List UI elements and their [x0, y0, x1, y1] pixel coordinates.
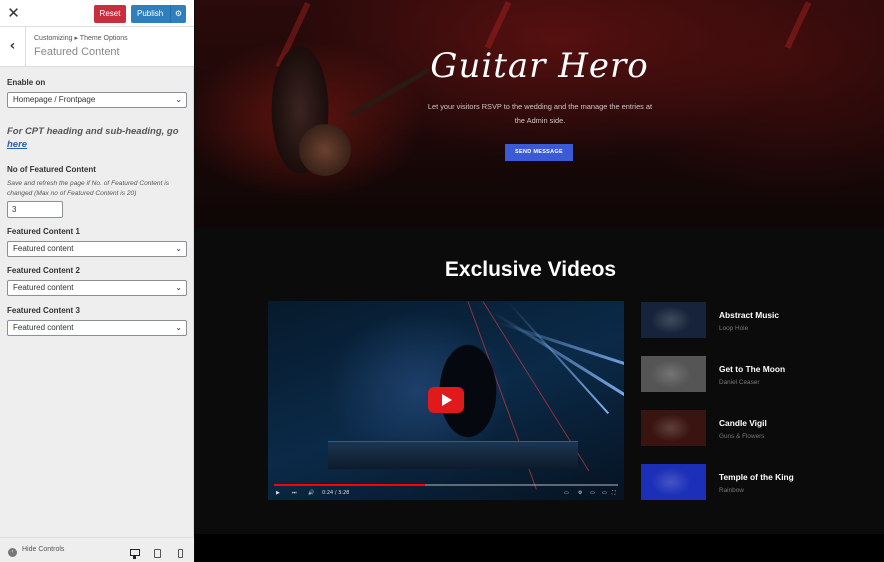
reset-button[interactable]: Reset — [94, 5, 126, 23]
video-thumbnail[interactable] — [641, 356, 706, 392]
chevron-down-icon: ⌄ — [175, 244, 182, 253]
play-button-icon[interactable] — [428, 387, 464, 413]
video-progress-bar[interactable] — [274, 484, 618, 486]
video-title[interactable]: Abstract Music — [719, 310, 779, 320]
video-thumbnail[interactable] — [641, 410, 706, 446]
video-artist: Guns & Flowers — [719, 433, 765, 440]
play-icon[interactable]: ▶ — [276, 488, 280, 498]
featured-content-1-select[interactable]: Featured content ⌄ — [7, 241, 187, 257]
breadcrumb: Customizing ▸ Theme Options — [34, 35, 128, 42]
stage-light — [484, 1, 512, 49]
section-title: Featured Content — [34, 46, 120, 58]
enable-on-label: Enable on — [7, 78, 46, 87]
mobile-preview-icon[interactable] — [178, 549, 183, 558]
featured-content-3-value: Featured content — [13, 323, 74, 332]
customizer-footer: ‹ Hide Controls — [0, 537, 194, 562]
num-featured-description: Save and refresh the page if No. of Feat… — [7, 180, 170, 197]
videos-title: Exclusive Videos — [444, 258, 617, 281]
customizer-sidebar: ✕ Reset Publish ⚙ ‹ Customizing ▸ Theme … — [0, 0, 194, 562]
enable-on-value: Homepage / Frontpage — [13, 95, 96, 104]
video-artist: Daniel Ceaser — [719, 379, 760, 386]
num-featured-input[interactable]: 3 — [7, 201, 63, 218]
video-artist: Rainbow — [719, 487, 744, 494]
cpt-note-text: For CPT heading and sub-heading, go — [7, 126, 179, 137]
publish-button[interactable]: Publish ⚙ — [131, 5, 186, 23]
guitar-image — [295, 120, 355, 180]
hero-subtitle: Let your visitors RSVP to the wedding an… — [427, 102, 653, 125]
hero-section: Guitar Hero Let your visitors RSVP to th… — [195, 0, 884, 228]
dj-deck — [328, 441, 578, 469]
featured-content-2-select[interactable]: Featured content ⌄ — [7, 280, 187, 296]
back-chevron-icon[interactable]: ‹ — [0, 27, 26, 67]
theater-mode-icon[interactable]: ▭ — [602, 488, 607, 498]
tablet-preview-icon[interactable] — [154, 549, 161, 558]
miniplayer-icon[interactable]: ▭ — [590, 488, 595, 498]
volume-icon[interactable]: 🔊 — [308, 488, 314, 498]
enable-on-select[interactable]: Homepage / Frontpage ⌄ — [7, 92, 187, 108]
video-list-item[interactable]: Abstract Music Loop Hole — [641, 302, 861, 338]
collapse-icon: ‹ — [8, 548, 17, 557]
hide-controls-button[interactable]: ‹ Hide Controls — [8, 546, 64, 557]
video-title[interactable]: Candle Vigil — [719, 418, 767, 428]
gear-icon[interactable]: ⚙ — [170, 5, 186, 23]
publish-label: Publish — [137, 9, 164, 18]
chevron-down-icon: ⌄ — [175, 323, 182, 332]
video-list-item[interactable]: Temple of the King Rainbow — [641, 464, 861, 500]
featured-content-1-value: Featured content — [13, 244, 74, 253]
featured-content-3-select[interactable]: Featured content ⌄ — [7, 320, 187, 336]
next-icon[interactable]: ⏭ — [292, 488, 297, 498]
video-title[interactable]: Get to The Moon — [719, 364, 785, 374]
num-featured-label: No of Featured Content — [7, 165, 96, 174]
page-footer-strip — [195, 534, 884, 562]
featured-content-3-label: Featured Content 3 — [7, 306, 80, 315]
video-thumbnail[interactable] — [641, 464, 706, 500]
video-artist: Loop Hole — [719, 325, 749, 332]
cpt-note: For CPT heading and sub-heading, go here — [7, 125, 187, 151]
customizer-topbar: ✕ Reset Publish ⚙ — [0, 0, 194, 27]
chevron-down-icon: ⌄ — [175, 283, 182, 292]
chevron-down-icon: ⌄ — [175, 95, 182, 104]
hero-title: Guitar Hero — [430, 46, 649, 86]
video-thumbnail[interactable] — [641, 302, 706, 338]
video-player[interactable]: ▶ ⏭ 🔊 0:24 / 3:28 ▭ ⚙ ▭ ▭ ⛶ — [268, 301, 624, 500]
close-icon[interactable]: ✕ — [0, 0, 27, 27]
video-title[interactable]: Temple of the King — [719, 472, 794, 482]
desktop-preview-icon[interactable] — [130, 549, 140, 559]
fullscreen-icon[interactable]: ⛶ — [612, 488, 616, 498]
stage-light — [784, 1, 812, 49]
video-time: 0:24 / 3:28 — [322, 490, 350, 496]
video-progress-fill — [274, 484, 426, 486]
video-list-item[interactable]: Candle Vigil Guns & Flowers — [641, 410, 861, 446]
send-message-button[interactable]: SEND MESSAGE — [505, 144, 573, 161]
videos-section: Exclusive Videos ▶ ⏭ 🔊 0:24 / 3:28 ▭ ⚙ ▭… — [195, 228, 884, 534]
settings-icon[interactable]: ⚙ — [578, 488, 582, 498]
video-list-item[interactable]: Get to The Moon Daniel Ceaser — [641, 356, 861, 392]
featured-content-2-label: Featured Content 2 — [7, 266, 80, 275]
featured-content-2-value: Featured content — [13, 283, 74, 292]
hide-controls-label: Hide Controls — [22, 546, 65, 553]
cpt-here-link[interactable]: here — [7, 139, 27, 150]
video-controls: ▶ ⏭ 🔊 0:24 / 3:28 ▭ ⚙ ▭ ▭ ⛶ — [274, 488, 618, 498]
featured-content-1-label: Featured Content 1 — [7, 227, 80, 236]
captions-icon[interactable]: ▭ — [564, 488, 569, 498]
laser-light — [507, 301, 610, 415]
section-header: ‹ Customizing ▸ Theme Options Featured C… — [0, 27, 194, 67]
